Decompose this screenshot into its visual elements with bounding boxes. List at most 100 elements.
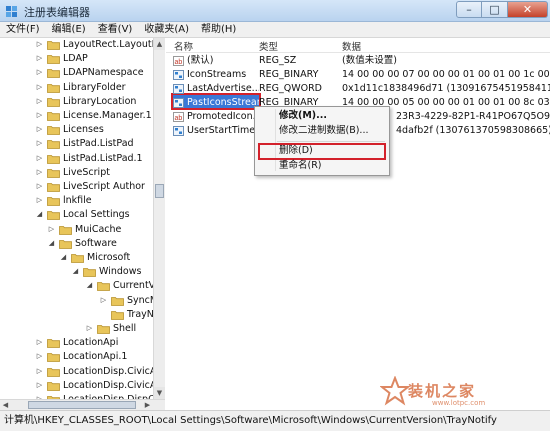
expand-arrow-icon[interactable]: ▷ bbox=[36, 112, 43, 119]
tree-horizontal-scrollbar[interactable]: ◀ ▶ bbox=[0, 399, 165, 410]
collapse-arrow-icon[interactable]: ◢ bbox=[36, 211, 43, 218]
tree-node-label: LocationDisp.CivicAddr bbox=[63, 379, 165, 391]
tree-node-label: LibraryLocation bbox=[63, 95, 137, 107]
collapse-arrow-icon[interactable]: ◢ bbox=[48, 239, 55, 247]
value-row[interactable]: LastAdvertise... REG_QWORD 0x1d11c1838496d… bbox=[166, 82, 550, 96]
maximize-button[interactable]: □ bbox=[482, 1, 508, 18]
menu-item-modify[interactable]: 修改(M)... bbox=[279, 109, 327, 123]
h-scroll-thumb[interactable] bbox=[28, 401, 136, 409]
value-row[interactable]: IconStreams REG_BINARY 14 00 00 00 07 00 0… bbox=[166, 68, 550, 82]
scroll-down-icon[interactable]: ▼ bbox=[154, 387, 165, 399]
string-value-icon: ab bbox=[173, 112, 184, 122]
folder-icon bbox=[71, 254, 84, 263]
menu-item-modify-binary[interactable]: 修改二进制数据(B)... bbox=[279, 124, 369, 138]
expand-arrow-icon[interactable]: ▷ bbox=[36, 140, 43, 147]
tree-node-label: LayoutRect.LayoutRect. bbox=[63, 39, 165, 50]
menu-view[interactable]: 查看(V) bbox=[92, 22, 139, 37]
registry-editor-icon bbox=[6, 6, 17, 17]
column-data-header[interactable]: 数据 bbox=[342, 39, 361, 53]
expand-arrow-icon[interactable]: ▷ bbox=[36, 339, 43, 346]
expand-arrow-icon[interactable] bbox=[100, 311, 107, 318]
status-bar-path: 计算机\HKEY_CLASSES_ROOT\Local Settings\Sof… bbox=[0, 410, 550, 431]
tree-node-label: lnkfile bbox=[63, 195, 92, 207]
tree-node-label: LiveScript Author bbox=[63, 181, 145, 192]
minimize-button[interactable]: – bbox=[456, 1, 482, 18]
binary-value-icon bbox=[173, 126, 184, 136]
binary-value-icon bbox=[173, 70, 184, 80]
tree-node-label: LDAPNamespace bbox=[63, 67, 144, 79]
expand-arrow-icon[interactable]: ▷ bbox=[36, 83, 43, 91]
tree-vertical-scrollbar[interactable]: ▲ ▼ bbox=[153, 38, 165, 399]
value-name: PromotedIcon... bbox=[187, 111, 259, 122]
value-data: 0x1d11c1838496d71 (130916754519584113) bbox=[342, 83, 550, 94]
collapse-arrow-icon[interactable]: ◢ bbox=[60, 254, 67, 261]
menu-edit[interactable]: 编辑(E) bbox=[46, 22, 92, 37]
watermark-url: www.lotpc.com bbox=[432, 399, 486, 407]
delete-highlight-box bbox=[258, 143, 386, 160]
folder-icon bbox=[47, 55, 60, 65]
expand-arrow-icon[interactable]: ▷ bbox=[36, 69, 43, 76]
window-title: 注册表编辑器 bbox=[24, 6, 90, 19]
tree-node-label: Microsoft bbox=[87, 252, 131, 263]
folder-icon bbox=[59, 225, 72, 235]
scroll-left-icon[interactable]: ◀ bbox=[0, 400, 11, 410]
tree-node-label: MuiCache bbox=[75, 223, 122, 235]
close-button[interactable]: ✕ bbox=[508, 1, 548, 18]
expand-arrow-icon[interactable]: ▷ bbox=[36, 367, 43, 375]
expand-arrow-icon[interactable]: ▷ bbox=[86, 325, 93, 332]
collapse-arrow-icon[interactable]: ◢ bbox=[86, 282, 93, 289]
collapse-arrow-icon[interactable]: ◢ bbox=[72, 268, 79, 275]
value-data: 4dafb2f (130761370598308665) bbox=[396, 125, 550, 136]
folder-icon bbox=[47, 211, 60, 221]
tree-node-label: Local Settings bbox=[63, 209, 130, 221]
value-data: 23R3-4229-82P1-R41PO67Q5O9P)... bbox=[396, 111, 550, 122]
watermark: 装机之家 www.lotpc.com bbox=[376, 376, 546, 410]
key-tree[interactable]: ▷ LayoutRect.LayoutRect. ▷ LDAP ▷ LDAPNamespa… bbox=[0, 38, 165, 410]
menu-separator bbox=[277, 141, 385, 142]
folder-icon bbox=[47, 69, 60, 79]
folder-icon bbox=[47, 183, 60, 192]
folder-icon bbox=[47, 41, 60, 50]
expand-arrow-icon[interactable]: ▷ bbox=[36, 55, 43, 62]
folder-icon bbox=[47, 140, 60, 150]
menu-item-delete[interactable]: 删除(D) bbox=[279, 144, 313, 158]
expand-arrow-icon[interactable]: ▷ bbox=[48, 225, 55, 233]
scroll-up-icon[interactable]: ▲ bbox=[154, 38, 165, 50]
svg-text:ab: ab bbox=[175, 115, 183, 122]
menu-favorites[interactable]: 收藏夹(A) bbox=[138, 22, 195, 37]
tree-node-label: ListPad.ListPad bbox=[63, 138, 134, 150]
expand-arrow-icon[interactable]: ▷ bbox=[36, 353, 43, 360]
expand-arrow-icon[interactable]: ▷ bbox=[36, 41, 43, 48]
menu-file[interactable]: 文件(F) bbox=[0, 22, 46, 37]
value-type: REG_SZ bbox=[259, 55, 297, 66]
column-name-header[interactable]: 名称 bbox=[174, 39, 193, 53]
binary-value-icon bbox=[173, 84, 184, 94]
expand-arrow-icon[interactable]: ▷ bbox=[36, 168, 43, 176]
scroll-right-icon[interactable]: ▶ bbox=[142, 400, 153, 410]
value-name: LastAdvertise... bbox=[187, 83, 259, 94]
expand-arrow-icon[interactable]: ▷ bbox=[36, 183, 43, 190]
expand-arrow-icon[interactable]: ▷ bbox=[36, 381, 43, 389]
expand-arrow-icon[interactable]: ▷ bbox=[100, 296, 107, 304]
tree-node-label: LocationApi.1 bbox=[63, 351, 128, 363]
expand-arrow-icon[interactable]: ▷ bbox=[36, 97, 43, 105]
expand-arrow-icon[interactable]: ▷ bbox=[36, 197, 43, 204]
tree-node-label: Licenses bbox=[63, 124, 104, 136]
menu-help[interactable]: 帮助(H) bbox=[195, 22, 242, 37]
folder-icon bbox=[111, 296, 124, 306]
tree-node-label: ListPad.ListPad.1 bbox=[63, 152, 143, 164]
folder-icon bbox=[47, 353, 60, 363]
expand-arrow-icon[interactable]: ▷ bbox=[36, 126, 43, 133]
value-list[interactable]: 名称 类型 数据 ab (默认) REG_SZ (数值未设置) IconStreams R… bbox=[166, 38, 550, 410]
tree-node-label: LocationApi bbox=[63, 337, 119, 349]
column-type-header[interactable]: 类型 bbox=[259, 39, 278, 53]
folder-icon bbox=[97, 325, 110, 334]
expand-arrow-icon[interactable]: ▷ bbox=[36, 154, 43, 162]
tree-node-label: Windows bbox=[99, 266, 142, 278]
scroll-thumb[interactable] bbox=[155, 184, 164, 198]
value-row[interactable]: ab (默认) REG_SZ (数值未设置) bbox=[166, 54, 550, 68]
star-logo-icon bbox=[380, 376, 410, 406]
folder-icon bbox=[47, 154, 60, 164]
menu-item-rename[interactable]: 重命名(R) bbox=[279, 159, 322, 173]
tree-node-label: LiveScript bbox=[63, 166, 110, 178]
